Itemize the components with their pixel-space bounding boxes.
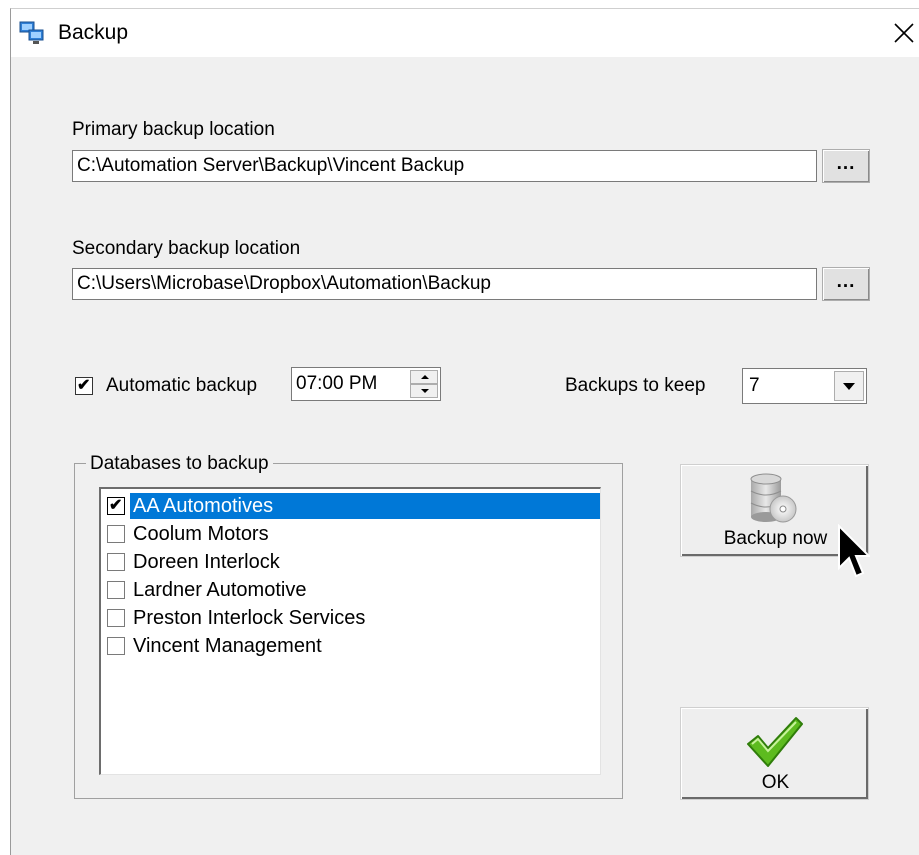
time-spin-arrows	[410, 370, 438, 398]
database-checkbox[interactable]	[107, 525, 125, 543]
backup-dialog: Backup Primary backup location C:\Automa…	[10, 8, 919, 855]
green-checkmark-icon	[747, 717, 803, 767]
databases-list[interactable]: ✔ AA Automotives Coolum Motors Doreen Inter…	[99, 487, 601, 775]
database-checkbox[interactable]: ✔	[107, 497, 125, 515]
automatic-backup-checkbox[interactable]: ✔	[75, 377, 93, 395]
databases-group-title: Databases to backup	[86, 453, 273, 475]
spin-down-arrow-icon[interactable]	[410, 384, 438, 398]
ok-button[interactable]: OK	[680, 707, 869, 800]
database-name: Coolum Motors	[133, 523, 269, 545]
backups-to-keep-value: 7	[749, 375, 760, 396]
window-title: Backup	[58, 21, 129, 44]
database-name: Preston Interlock Services	[133, 607, 366, 629]
primary-location-field[interactable]: C:\Automation Server\Backup\Vincent Back…	[72, 150, 817, 182]
automatic-backup-label: Automatic backup	[106, 375, 258, 396]
title-bar: Backup	[11, 9, 919, 57]
primary-location-label: Primary backup location	[72, 119, 275, 140]
database-disc-icon	[750, 473, 797, 523]
database-name: AA Automotives	[133, 495, 274, 517]
database-name: Doreen Interlock	[133, 551, 280, 573]
backups-to-keep-select[interactable]: 7	[742, 368, 867, 404]
dropdown-arrow-icon[interactable]	[834, 371, 864, 401]
checkmark-icon: ✔	[109, 497, 123, 514]
network-computers-icon	[19, 21, 44, 44]
database-name: Lardner Automotive	[133, 579, 307, 601]
primary-browse-button[interactable]: ...	[822, 149, 870, 183]
secondary-location-field[interactable]: C:\Users\Microbase\Dropbox\Automation\Ba…	[72, 268, 817, 300]
database-checkbox[interactable]	[107, 553, 125, 571]
ok-label: OK	[761, 772, 790, 793]
close-icon[interactable]	[887, 15, 919, 49]
spin-up-arrow-icon[interactable]	[410, 370, 438, 384]
secondary-location-label: Secondary backup location	[72, 238, 301, 259]
backups-to-keep-label: Backups to keep	[565, 375, 706, 396]
mouse-pointer-icon	[838, 524, 870, 578]
database-checkbox[interactable]	[107, 637, 125, 655]
checkmark-icon: ✔	[77, 377, 91, 394]
database-checkbox[interactable]	[107, 581, 125, 599]
secondary-browse-button[interactable]: ...	[822, 267, 870, 301]
database-checkbox[interactable]	[107, 609, 125, 627]
backup-time-spinner[interactable]: 07:00 PM	[291, 367, 441, 401]
backup-time-value[interactable]: 07:00 PM	[296, 373, 377, 395]
database-name: Vincent Management	[133, 635, 322, 657]
